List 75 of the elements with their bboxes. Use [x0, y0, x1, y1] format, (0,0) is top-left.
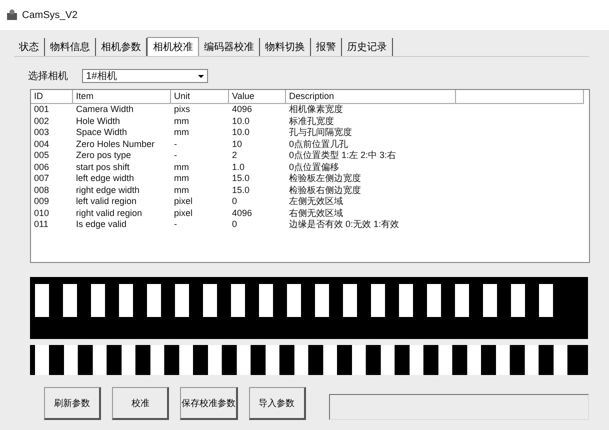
table-cell-text: mm [173, 116, 190, 127]
table-cell-text: mm [173, 162, 190, 173]
column-header[interactable]: Value [229, 90, 286, 104]
table-cell-text: 10.0 [231, 127, 251, 138]
tab[interactable]: 物料信息 [45, 38, 96, 56]
table-cell-text: 10.0 [231, 116, 251, 127]
column-header[interactable]: Item [73, 90, 171, 104]
table-cell-text: 008 [33, 184, 50, 196]
table-cell-text: mm [173, 173, 190, 184]
table-cell-text: 010 [33, 208, 50, 219]
table-cell-text: 2 [231, 150, 238, 162]
table-cell-text: 边缘是否有效 0:无效 1:有效 [288, 219, 400, 230]
table-cell-text: - [173, 150, 178, 162]
table-cell-text: 1.0 [231, 162, 246, 173]
action-button[interactable]: 校准 [112, 387, 170, 420]
table-cell-text: 15.0 [231, 173, 251, 184]
table-cell-text: left valid region [75, 196, 138, 208]
table-cell-text: left edge width [75, 173, 136, 184]
tab[interactable]: 物料切换 [260, 38, 311, 56]
table-cell-text: 检验板右侧边宽度 [288, 184, 362, 196]
column-header[interactable]: Unit [171, 90, 229, 104]
table-cell-text: Zero Holes Number [75, 138, 156, 150]
table-cell-text: 检验板左侧边宽度 [288, 173, 362, 184]
table-cell-text: 004 [33, 138, 50, 150]
table-cell-text: 标准孔宽度 [288, 116, 335, 127]
app-icon [6, 9, 18, 21]
column-header[interactable]: ID [31, 90, 73, 104]
table-cell-text: Space Width [75, 127, 128, 138]
table-cell-text: Hole Width [75, 116, 122, 127]
table-cell-text: mm [173, 127, 190, 138]
table-cell-text: 15.0 [231, 184, 251, 196]
table-cell-text: 0 [231, 196, 238, 208]
tab[interactable]: 状态 [14, 38, 45, 56]
column-header[interactable]: Description [286, 90, 456, 104]
table-cell-text: - [173, 219, 178, 230]
table-cell-text: 4096 [231, 104, 254, 116]
tab[interactable]: 编码器校准 [199, 38, 260, 56]
table-cell-text: 005 [33, 150, 50, 162]
table-cell-text: 4096 [231, 208, 254, 219]
table-cell-text: 003 [33, 127, 50, 138]
table-cell-text: 001 [33, 104, 50, 116]
table-cell-text: Zero pos type [75, 150, 132, 162]
table-cell-text: 0 [231, 219, 238, 230]
table-cell-text: Camera Width [75, 104, 135, 116]
table-cell-text: mm [173, 184, 190, 196]
action-button[interactable]: 刷新参数 [44, 387, 102, 420]
tab[interactable]: 相机校准 [147, 37, 199, 56]
table-cell-text: pixs [173, 104, 192, 116]
table-cell-text: 右侧无效区域 [288, 208, 344, 219]
tab[interactable]: 历史记录 [342, 38, 393, 56]
table-cell-text: 006 [33, 162, 50, 173]
camera-select[interactable]: 1#相机 [82, 69, 208, 83]
camera-select-label: 选择相机 [28, 70, 68, 83]
action-button[interactable]: 保存校准参数 [180, 387, 238, 420]
table-cell-text: 011 [33, 219, 50, 230]
table-cell-text: start pos shift [75, 162, 131, 173]
table-cell-text: Is edge valid [75, 219, 128, 230]
table-cell-text: right edge width [75, 184, 141, 196]
table-cell-text: - [173, 138, 178, 150]
table-cell-text: 0点位置偏移 [288, 162, 340, 173]
table-cell-text: 左侧无效区域 [288, 196, 344, 208]
table-cell-text: 0点位置类型 1:左 2:中 3:右 [288, 150, 398, 162]
table-cell-text: 007 [33, 173, 50, 184]
window-title: CamSys_V2 [22, 10, 78, 20]
table-cell-text: pixel [173, 196, 194, 208]
table-cell-text: 孔与孔间隔宽度 [288, 127, 353, 138]
table-cell-text: 10 [231, 138, 244, 150]
table-cell-text: 相机像素宽度 [288, 104, 344, 116]
table-cell-text: right valid region [75, 208, 144, 219]
table-cell-text: 002 [33, 116, 50, 127]
action-button[interactable]: 导入参数 [248, 387, 306, 420]
table-cell-text: pixel [173, 208, 194, 219]
tab[interactable]: 报警 [311, 38, 342, 56]
table-cell-text: 009 [33, 196, 50, 208]
table-cell-text: 0点前位置几孔 [288, 138, 350, 150]
